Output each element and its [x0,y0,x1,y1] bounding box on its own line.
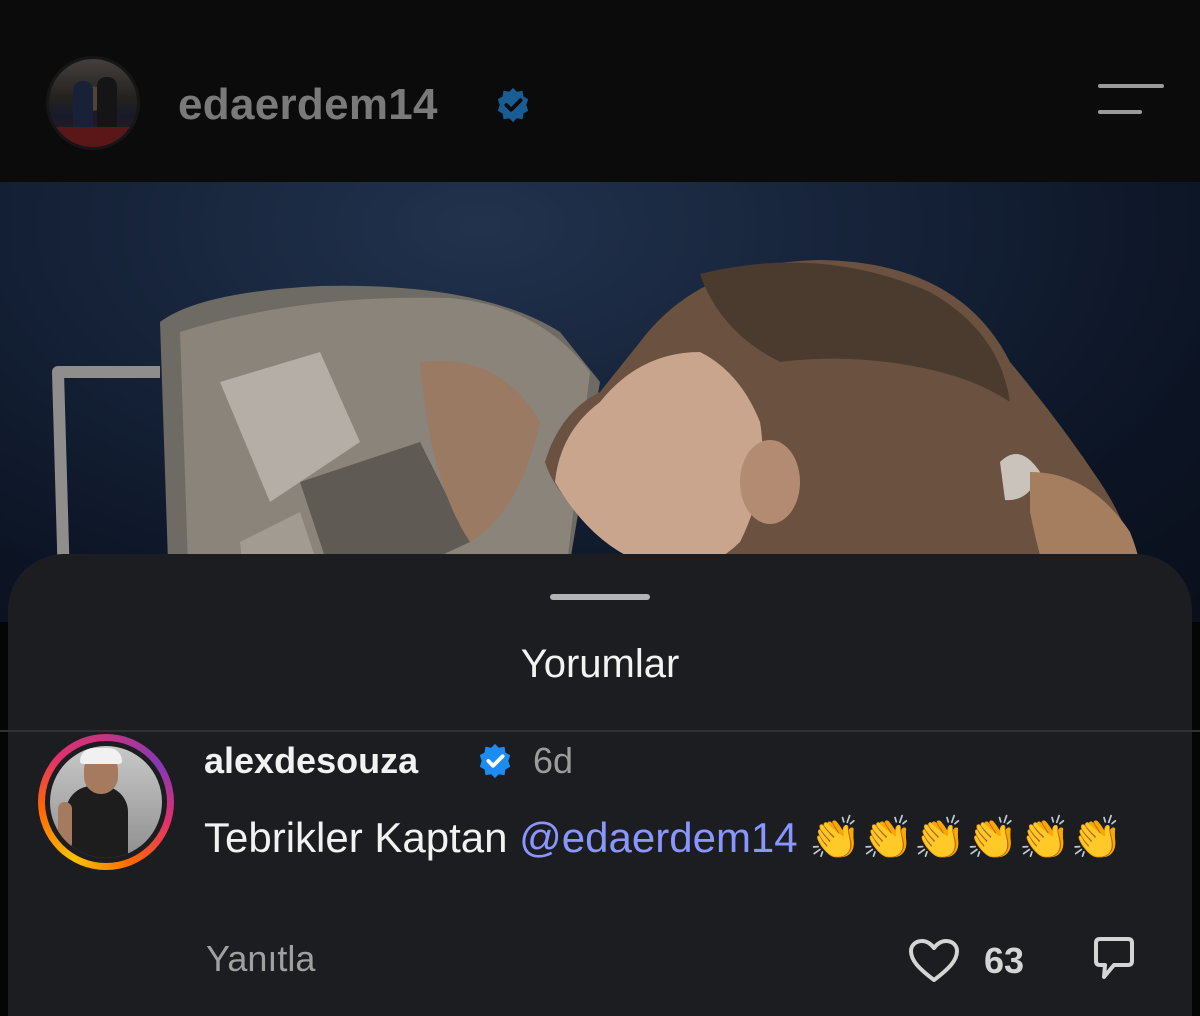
sheet-drag-handle[interactable] [550,594,650,600]
heart-icon[interactable] [908,938,960,984]
share-icon[interactable] [1088,935,1136,983]
avatar-floor [49,127,137,147]
comment-username[interactable]: alexdesouza [204,740,418,782]
comment-timestamp: 6d [533,740,574,781]
verified-badge-icon [497,87,529,123]
avatar-figure [80,748,122,764]
reply-button[interactable]: Yanıtla [206,938,315,980]
page: edaerdem14 Yorumlar alexdesouza 6d Tebri… [0,0,1200,1016]
comment-body: Tebrikler Kaptan [204,814,508,861]
profile-username[interactable]: edaerdem14 [178,80,438,130]
comment-text: Tebrikler Kaptan @edaerdem14 👏👏👏👏👏👏 [204,810,1184,866]
profile-header: edaerdem14 [0,0,1200,182]
menu-icon[interactable] [1098,84,1164,120]
profile-avatar[interactable] [46,56,140,150]
divider [0,730,1200,732]
avatar-figure [58,802,72,850]
verified-badge-icon [479,743,511,779]
avatar-figure [66,786,128,858]
comment-avatar[interactable] [50,746,162,858]
sheet-title: Yorumlar [520,642,680,686]
clap-emoji: 👏👏👏👏👏👏 [809,814,1124,861]
like-count: 63 [984,940,1025,981]
mention-link[interactable]: @edaerdem14 [519,814,797,861]
